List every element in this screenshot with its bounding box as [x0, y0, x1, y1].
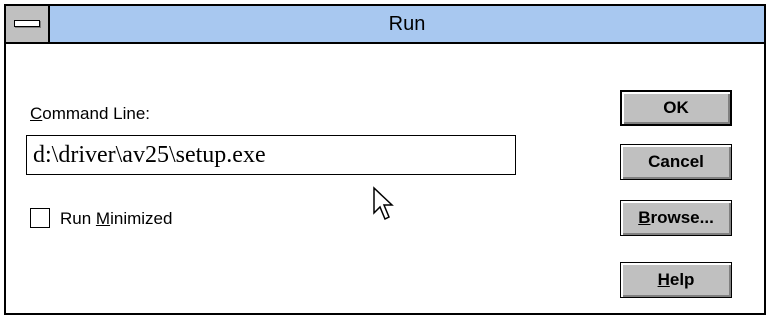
run-minimized-label-pre: Run	[60, 209, 96, 228]
help-mnemonic: H	[657, 270, 670, 289]
help-button[interactable]: Help	[620, 262, 732, 298]
command-line-label: Command Line:	[30, 104, 150, 124]
system-menu-button[interactable]	[6, 6, 50, 42]
ok-button[interactable]: OK	[620, 90, 732, 126]
run-minimized-checkbox[interactable]	[30, 208, 50, 228]
command-line-label-text: ommand Line:	[42, 104, 151, 123]
run-minimized-label-mnemonic: M	[95, 209, 111, 228]
browse-button[interactable]: Browse...	[620, 200, 732, 236]
browse-mnemonic: B	[638, 208, 651, 227]
system-menu-icon	[14, 20, 40, 27]
browse-label: rowse...	[650, 208, 714, 227]
mouse-pointer-icon	[373, 186, 394, 221]
help-label: elp	[669, 270, 695, 289]
cancel-button[interactable]: Cancel	[620, 144, 732, 180]
title-bar: Run	[6, 6, 764, 44]
command-line-label-mnemonic: C	[30, 104, 43, 123]
run-minimized-label-rest: inimized	[110, 209, 173, 228]
run-minimized-label[interactable]: Run Minimized	[60, 209, 172, 229]
run-dialog: Run Command Line: Run Minimized OK Cance…	[4, 4, 766, 315]
command-line-input[interactable]	[26, 135, 516, 175]
window-title: Run	[388, 13, 426, 35]
